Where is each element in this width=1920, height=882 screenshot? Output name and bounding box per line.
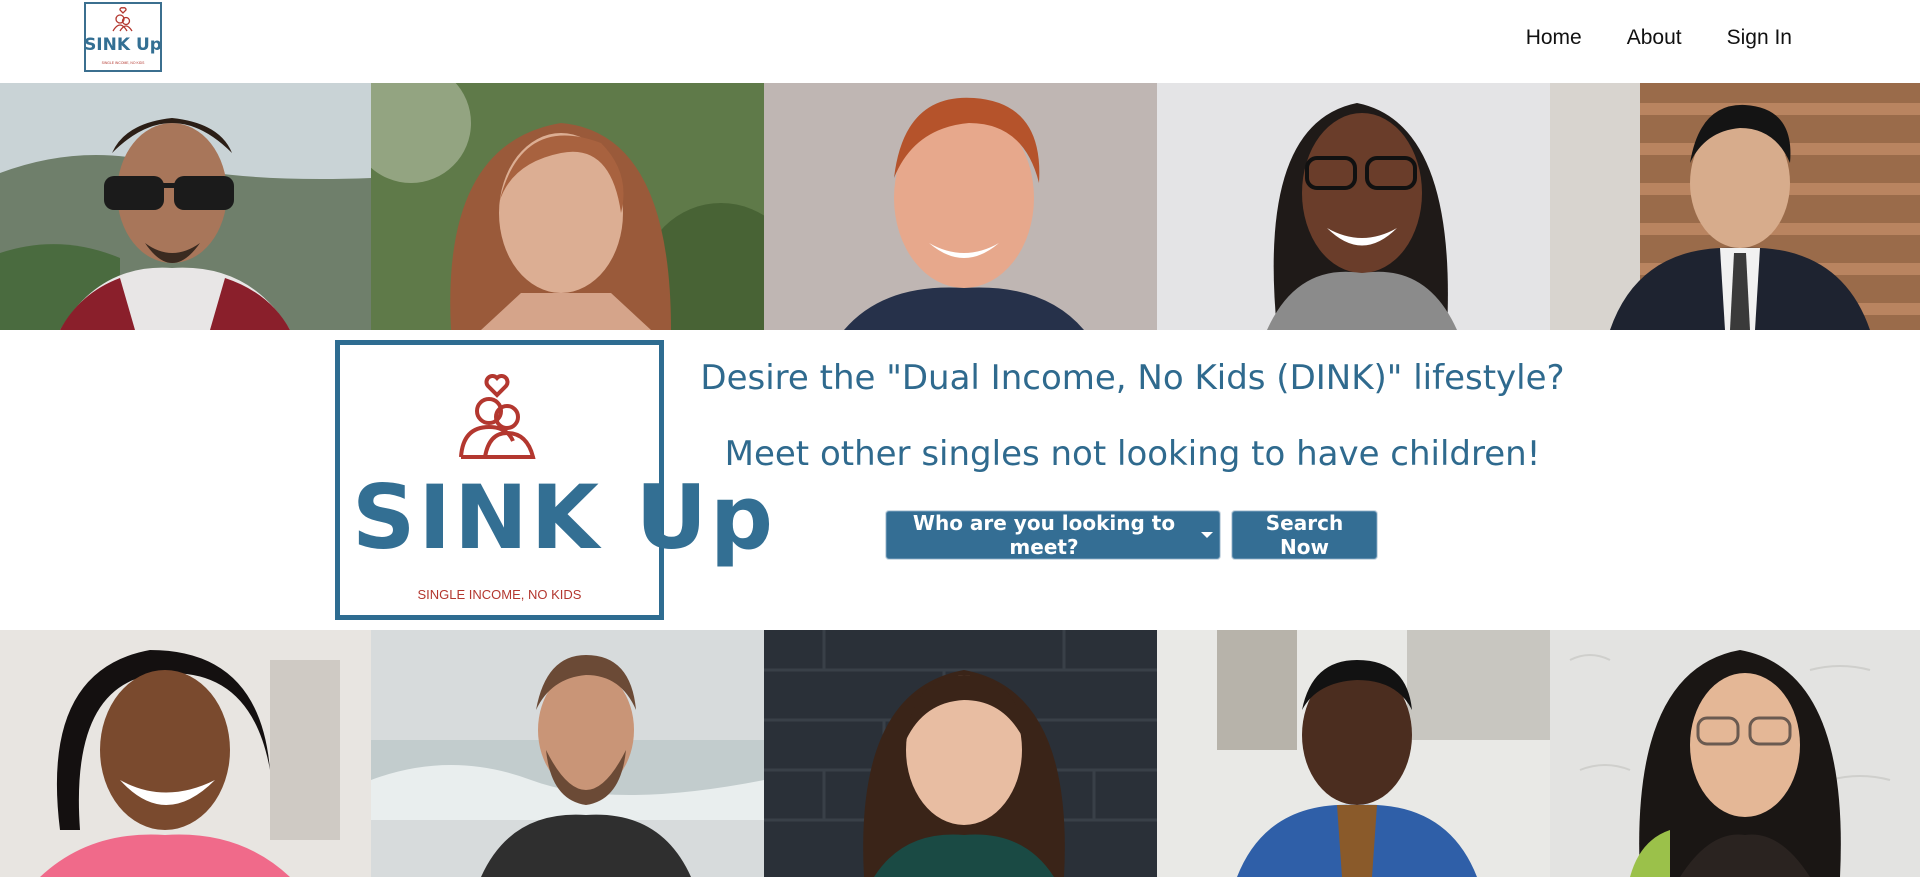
looking-to-meet-dropdown[interactable]: Who are you looking to meet? [886, 511, 1220, 559]
search-now-label: Search Now [1265, 511, 1344, 559]
portrait-photo [1157, 630, 1550, 877]
couple-heart-icon [459, 374, 536, 459]
portrait-photo [371, 83, 764, 330]
bottom-photo-row [0, 630, 1920, 877]
search-now-button[interactable]: Search Now [1232, 511, 1377, 559]
couple-heart-icon: SINK Up SINGLE INCOME, NO KIDS [84, 7, 162, 65]
hero-subheadline: Meet other singles not looking to have c… [724, 434, 1541, 474]
hero-logo: SINK Up SINGLE INCOME, NO KIDS [335, 340, 777, 620]
hero-logo-wordmark: SINK Up [352, 466, 777, 569]
top-navbar: SINK Up SINGLE INCOME, NO KIDS Home Abou… [0, 0, 1920, 84]
portrait-photo [0, 630, 371, 877]
chevron-down-icon [1201, 532, 1213, 538]
portrait-photo [1550, 630, 1920, 877]
nav-links: Home About Sign In [1526, 24, 1792, 52]
top-photo-row [0, 83, 1920, 330]
portrait-photo [764, 630, 1157, 877]
hero-headline: Desire the "Dual Income, No Kids (DINK)"… [700, 358, 1565, 398]
nav-logo-wordmark: SINK Up [86, 35, 160, 55]
portrait-photo [764, 83, 1157, 330]
nav-link-about[interactable]: About [1627, 24, 1682, 52]
portrait-photo [1550, 83, 1920, 330]
nav-logo-tagline: SINGLE INCOME, NO KIDS [102, 61, 146, 65]
looking-to-meet-label: Who are you looking to meet? [912, 511, 1176, 559]
nav-logo[interactable]: SINK Up SINGLE INCOME, NO KIDS [84, 2, 162, 72]
nav-link-sign-in[interactable]: Sign In [1727, 24, 1792, 52]
portrait-photo [0, 83, 371, 330]
portrait-photo [1157, 83, 1550, 330]
portrait-photo [371, 630, 764, 877]
nav-link-home[interactable]: Home [1526, 24, 1582, 52]
hero-logo-tagline: SINGLE INCOME, NO KIDS [417, 587, 582, 602]
